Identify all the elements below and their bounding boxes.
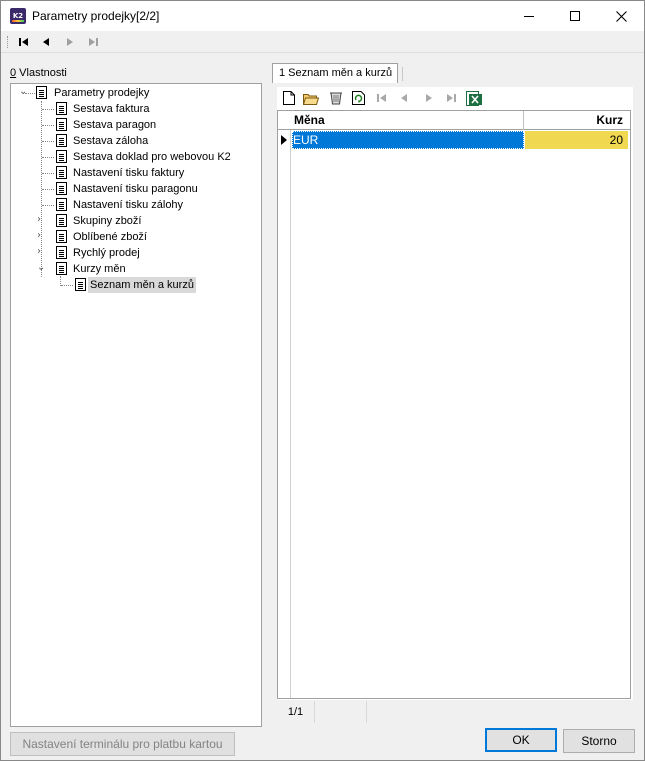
record-navigation-bar [1,31,644,53]
document-icon [56,246,67,259]
first-row-icon[interactable] [374,90,390,106]
new-record-icon[interactable] [281,90,297,106]
minimize-button[interactable] [506,1,552,31]
previous-row-icon[interactable] [396,90,412,106]
document-icon [75,278,86,291]
window-title: Parametry prodejky[2/2] [32,9,160,23]
tree-connector [61,285,73,286]
document-icon [56,134,67,147]
document-icon [56,166,67,179]
minimize-icon [524,15,534,17]
next-row-icon[interactable] [421,90,437,106]
k2-app-icon: K2 [10,8,26,24]
collapse-icon[interactable]: ⌄ [37,263,47,273]
tab-divider [402,67,403,81]
delete-record-icon[interactable] [328,90,344,106]
currency-panel: Měna Kurz EUR 20 [277,87,633,700]
tree-connector [42,141,54,142]
grid-header: Měna Kurz [278,111,630,130]
document-icon [56,182,67,195]
grid-toolbar [277,87,633,109]
card-terminal-settings-button[interactable]: Nastavení terminálu pro platbu kartou [10,732,235,756]
export-excel-icon[interactable] [466,90,482,106]
cell-mena[interactable]: EUR [292,131,524,149]
last-row-icon[interactable] [443,90,459,106]
properties-tree[interactable]: ⌄ Parametry prodejky Sestava faktura Ses… [10,83,262,727]
properties-label: 0 Vlastnosti [10,67,67,79]
tree-connector [42,189,54,190]
collapse-icon[interactable]: ⌄ [19,87,29,97]
tree-connector [42,109,54,110]
currency-grid[interactable]: Měna Kurz EUR 20 [277,110,631,699]
tree-connector [42,125,54,126]
title-bar: K2 Parametry prodejky[2/2] [1,1,644,31]
document-icon [56,230,67,243]
document-icon [56,214,67,227]
table-row[interactable]: EUR 20 [278,131,630,149]
document-icon [56,198,67,211]
document-icon [56,118,67,131]
tree-connector [42,173,54,174]
ok-button[interactable]: OK [485,728,557,752]
current-row-indicator-icon [281,135,287,145]
status-bar: 1/1 [277,701,633,723]
document-icon [56,262,67,275]
tree-connector [42,157,54,158]
toolbar-grip [7,36,9,48]
column-header-kurz[interactable]: Kurz [525,111,628,130]
window: K2 Parametry prodejky[2/2] 0 Vlastnosti [0,0,645,761]
refresh-icon[interactable] [350,90,366,106]
last-record-icon[interactable] [85,34,101,50]
record-position: 1/1 [277,701,315,723]
column-header-mena[interactable]: Měna [292,111,524,130]
expand-icon[interactable]: › [37,231,47,241]
tree-item-seznam-men-a-kurzu[interactable]: Seznam měn a kurzů [88,277,196,293]
status-cell-empty [315,701,367,723]
close-button[interactable] [598,1,644,31]
first-record-icon[interactable] [16,34,32,50]
document-icon [36,86,47,99]
maximize-button[interactable] [552,1,598,31]
maximize-icon [570,11,580,21]
properties-label-text: Vlastnosti [16,67,67,79]
open-folder-icon[interactable] [303,90,319,106]
expand-icon[interactable]: › [37,215,47,225]
tab-seznam-men-a-kurzu[interactable]: 1 Seznam měn a kurzů [272,63,398,83]
cancel-button[interactable]: Storno [563,729,635,753]
next-record-icon[interactable] [62,34,78,50]
previous-record-icon[interactable] [38,34,54,50]
cell-kurz[interactable]: 20 [525,131,628,149]
row-indicator-column [278,111,291,698]
tree-connector [42,205,54,206]
document-icon [56,102,67,115]
document-icon [56,150,67,163]
expand-icon[interactable]: › [37,247,47,257]
close-icon [615,10,627,22]
